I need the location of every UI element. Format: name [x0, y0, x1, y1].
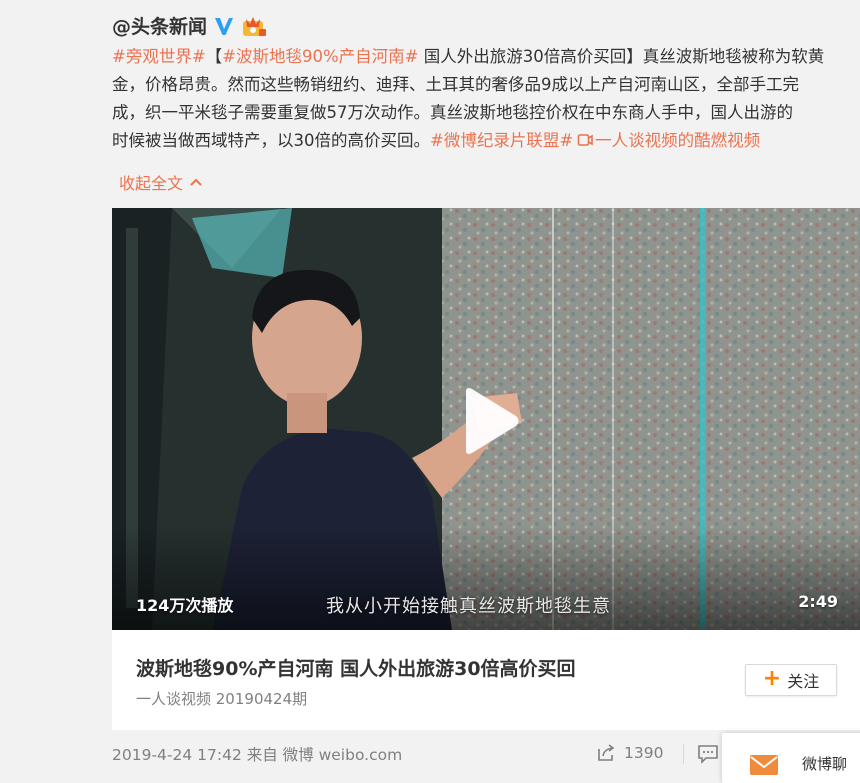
author-line: @头条新闻 — [112, 12, 267, 39]
share-button[interactable]: 1390 — [596, 743, 663, 763]
topic-tag-carpet[interactable]: #波斯地毯90%产自河南# — [222, 47, 418, 66]
follow-label: 关注 — [787, 672, 820, 691]
link-icon — [577, 134, 593, 146]
topic-tag-documentary[interactable]: #微博纪录片联盟# — [430, 131, 573, 150]
video-title[interactable]: 波斯地毯90%产自河南 国人外出旅游30倍高价买回 — [136, 654, 576, 681]
video-subtitle: 我从小开始接触真丝波斯地毯生意 — [326, 596, 611, 617]
video-player[interactable]: 124万次播放 我从小开始接触真丝波斯地毯生意 2:49 — [112, 208, 860, 630]
post-line-1-text: 国人外出旅游30倍高价买回】真丝波斯地毯被称为软黄 — [418, 47, 825, 66]
share-count: 1390 — [624, 744, 664, 762]
comment-icon[interactable] — [697, 744, 719, 764]
video-source: 一人谈视频 20190424期 — [136, 690, 308, 708]
weibo-chat-tab[interactable]: 微博聊 — [722, 733, 860, 783]
author-name[interactable]: @头条新闻 — [112, 12, 207, 39]
post-text: #旁观世界#【#波斯地毯90%产自河南# 国人外出旅游30倍高价买回】真丝波斯地… — [112, 43, 860, 155]
post-line-4-text: 时候被当做西域特产，以30倍的高价买回。 — [112, 131, 430, 150]
post-line-3: 成，织一平米毯子需要重复做57万次动作。真丝波斯地毯控价权在中东商人手中，国人出… — [112, 103, 793, 122]
video-info-card: 波斯地毯90%产自河南 国人外出旅游30倍高价买回 一人谈视频 20190424… — [112, 630, 860, 730]
video-duration: 2:49 — [798, 592, 838, 611]
plus-icon: + — [762, 666, 782, 691]
play-icon[interactable] — [458, 386, 520, 456]
post-footer: 2019-4-24 17:42 来自 微博 weibo.com — [112, 743, 402, 765]
play-count: 124万次播放 — [136, 596, 234, 615]
post-source[interactable]: 微博 weibo.com — [283, 746, 403, 764]
chat-label: 微博聊 — [802, 755, 848, 773]
video-source-link[interactable]: 一人谈视频的酷燃视频 — [595, 131, 760, 150]
post-line-4: 时候被当做西域特产，以30倍的高价买回。#微博纪录片联盟# 一人谈视频的酷燃视频 — [112, 127, 860, 155]
post-line-2: 金，价格昂贵。然而这些畅销纽约、迪拜、土耳其的奢侈品9成以上产自河南山区，全部手… — [112, 75, 799, 94]
share-icon — [598, 744, 615, 761]
bracket-open: 【 — [205, 47, 223, 66]
follow-button[interactable]: + 关注 — [745, 664, 837, 696]
collapse-label: 收起全文 — [119, 174, 184, 193]
crown-icon — [243, 16, 267, 36]
mail-icon — [750, 755, 778, 775]
topic-tag-pangguan[interactable]: #旁观世界# — [112, 47, 206, 66]
post-timestamp[interactable]: 2019-4-24 17:42 来自 — [112, 746, 283, 764]
verified-icon — [215, 17, 234, 35]
collapse-text-button[interactable]: 收起全文 — [119, 170, 203, 194]
footer-divider — [683, 744, 684, 764]
post-line-1: #旁观世界#【#波斯地毯90%产自河南# 国人外出旅游30倍高价买回】真丝波斯地… — [112, 43, 860, 71]
chevron-up-icon — [190, 178, 202, 186]
